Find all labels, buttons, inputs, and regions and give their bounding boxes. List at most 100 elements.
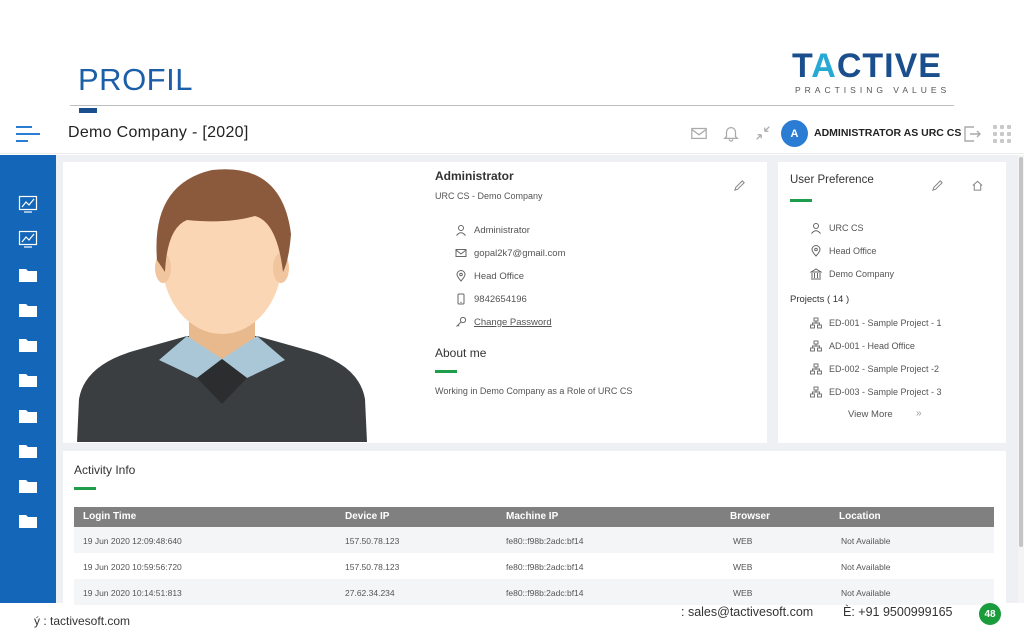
- profile-location-row: Head Office: [455, 270, 524, 282]
- preference-office: Head Office: [829, 246, 877, 256]
- project-label: AD-001 - Head Office: [829, 341, 915, 351]
- column-header[interactable]: Device IP: [345, 511, 389, 522]
- project-label: ED-001 - Sample Project - 1: [829, 318, 942, 328]
- folder-icon: [19, 374, 37, 387]
- vertical-scrollbar[interactable]: [1018, 155, 1024, 603]
- profile-email-row: gopal2k7@gmail.com: [455, 247, 566, 259]
- edit-icon[interactable]: [733, 179, 746, 192]
- project-network-icon: [810, 317, 822, 329]
- column-header[interactable]: Browser: [730, 511, 770, 522]
- table-cell: Not Available: [841, 536, 891, 546]
- sidebar-item-folder-2[interactable]: [18, 301, 38, 319]
- about-text: Working in Demo Company as a Role of URC…: [435, 386, 633, 396]
- project-item[interactable]: ED-002 - Sample Project -2: [810, 363, 939, 375]
- table-row[interactable]: 19 Jun 2020 12:09:48:640 157.50.78.123 f…: [74, 527, 994, 553]
- key-icon: [456, 316, 467, 327]
- activity-title: Activity Info: [74, 463, 136, 477]
- table-cell: 27.62.34.234: [345, 588, 395, 598]
- folder-icon: [19, 445, 37, 458]
- user-name[interactable]: ADMINISTRATOR AS URC CS: [814, 127, 961, 139]
- location-pin-icon: [811, 245, 821, 257]
- table-cell: WEB: [733, 562, 753, 572]
- preference-role: URC CS: [829, 223, 864, 233]
- logo-tagline: PRACTISING VALUES: [795, 85, 951, 95]
- footer-email: : sales@tactivesoft.com: [681, 605, 814, 619]
- table-row[interactable]: 19 Jun 2020 10:59:56:720 157.50.78.123 f…: [74, 553, 994, 579]
- preference-office-row: Head Office: [810, 245, 876, 257]
- app-topbar: Demo Company - [2020] A ADMINISTRATOR AS…: [0, 114, 1024, 154]
- table-cell: fe80::f98b:2adc:bf14: [506, 536, 584, 546]
- user-preference-card: User Preference URC CS Head Office Demo …: [778, 162, 1006, 443]
- topbar-icons: [690, 124, 772, 142]
- profile-subtitle: URC CS - Demo Company: [435, 191, 543, 201]
- profile-card: Administrator URC CS - Demo Company Admi…: [63, 162, 767, 443]
- company-title: Demo Company - [2020]: [68, 124, 249, 141]
- footer-phone: È: +91 9500999165: [843, 605, 953, 619]
- logo-letter: T: [792, 47, 812, 85]
- sidebar-item-folder-4[interactable]: [18, 371, 38, 389]
- logo-wordmark: TACTIVE: [792, 48, 952, 84]
- table-cell: 19 Jun 2020 10:59:56:720: [83, 562, 182, 572]
- apps-grid-icon[interactable]: [993, 125, 1011, 143]
- folder-icon: [19, 410, 37, 423]
- profile-phone-row: 9842654196: [455, 293, 527, 305]
- sidebar-item-reports[interactable]: [18, 230, 38, 248]
- sidebar-item-folder-5[interactable]: [18, 407, 38, 425]
- column-header[interactable]: Location: [839, 511, 881, 522]
- mail-icon: [455, 249, 467, 257]
- logo-letters: CTIVE: [836, 47, 942, 85]
- table-cell: fe80::f98b:2adc:bf14: [506, 588, 584, 598]
- sidebar: [0, 155, 56, 603]
- logout-icon[interactable]: [962, 124, 982, 144]
- change-password-row[interactable]: Change Password: [455, 316, 552, 328]
- project-item[interactable]: AD-001 - Head Office: [810, 340, 915, 352]
- home-icon[interactable]: [971, 179, 984, 192]
- table-row[interactable]: 19 Jun 2020 10:14:51:813 27.62.34.234 fe…: [74, 579, 994, 605]
- user-icon: [456, 225, 466, 236]
- sidebar-item-dashboard[interactable]: [18, 195, 38, 213]
- sidebar-item-folder-6[interactable]: [18, 442, 38, 460]
- preference-title: User Preference: [790, 174, 874, 186]
- table-cell: Not Available: [841, 562, 891, 572]
- project-item[interactable]: ED-003 - Sample Project - 3: [810, 386, 942, 398]
- table-cell: 19 Jun 2020 10:14:51:813: [83, 588, 182, 598]
- sidebar-item-folder-8[interactable]: [18, 512, 38, 530]
- project-item[interactable]: ED-001 - Sample Project - 1: [810, 317, 942, 329]
- profile-name: Administrator: [435, 169, 514, 183]
- view-more-link[interactable]: View More: [848, 409, 893, 420]
- activity-info-card: Activity Info Login Time Device IP Machi…: [63, 451, 1006, 605]
- profile-role: Administrator: [474, 224, 530, 236]
- sidebar-item-folder-1[interactable]: [18, 266, 38, 284]
- chevron-right-icon[interactable]: »: [916, 408, 922, 419]
- edit-icon[interactable]: [931, 179, 944, 192]
- table-cell: 157.50.78.123: [345, 562, 400, 572]
- folder-icon: [19, 269, 37, 282]
- title-accent-bar: [79, 108, 97, 113]
- folder-icon: [19, 515, 37, 528]
- scrollbar-thumb[interactable]: [1019, 157, 1023, 547]
- sidebar-item-folder-7[interactable]: [18, 477, 38, 495]
- avatar[interactable]: A: [781, 120, 808, 147]
- bell-icon[interactable]: [722, 124, 740, 142]
- hamburger-icon[interactable]: [16, 126, 40, 144]
- projects-title: Projects ( 14 ): [790, 294, 850, 305]
- project-label: ED-002 - Sample Project -2: [829, 364, 940, 374]
- profile-location: Head Office: [474, 270, 524, 282]
- change-password-link[interactable]: Change Password: [474, 317, 552, 328]
- phone-icon: [457, 293, 465, 305]
- activity-table-header: Login Time Device IP Machine IP Browser …: [74, 507, 994, 527]
- project-label: ED-003 - Sample Project - 3: [829, 387, 942, 397]
- column-header[interactable]: Machine IP: [506, 511, 558, 522]
- preference-role-row: URC CS: [810, 222, 864, 234]
- folder-icon: [19, 339, 37, 352]
- sidebar-item-folder-3[interactable]: [18, 336, 38, 354]
- preference-company: Demo Company: [829, 269, 895, 279]
- mail-icon[interactable]: [690, 124, 708, 142]
- column-header[interactable]: Login Time: [83, 511, 136, 522]
- title-divider: [70, 105, 954, 106]
- collapse-icon[interactable]: [754, 124, 772, 142]
- page-number-badge: 48: [979, 603, 1001, 625]
- project-network-icon: [810, 386, 822, 398]
- building-icon: [810, 268, 822, 280]
- about-divider: [435, 370, 457, 373]
